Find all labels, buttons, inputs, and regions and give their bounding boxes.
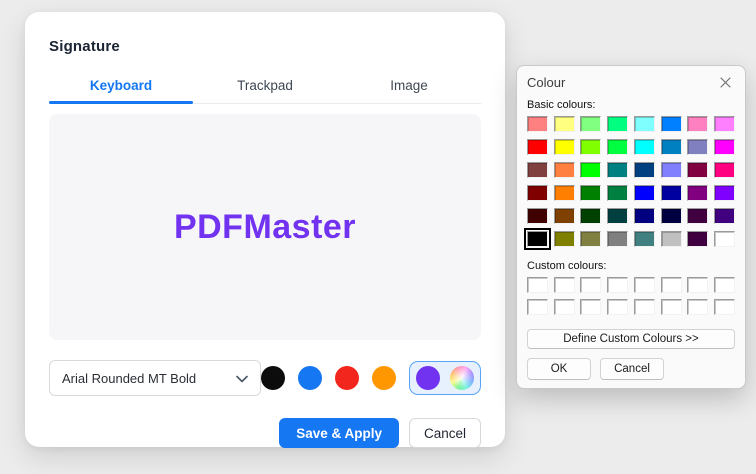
basic-colour-5[interactable] bbox=[661, 116, 682, 132]
custom-colour-11[interactable] bbox=[607, 299, 628, 315]
basic-colour-30[interactable] bbox=[687, 185, 708, 201]
basic-colour-25[interactable] bbox=[554, 185, 575, 201]
tab-trackpad[interactable]: Trackpad bbox=[193, 71, 337, 103]
basic-colour-10[interactable] bbox=[580, 139, 601, 155]
tab-keyboard[interactable]: Keyboard bbox=[49, 71, 193, 103]
signature-dialog: Signature KeyboardTrackpadImage PDFMaste… bbox=[25, 12, 505, 447]
custom-colour-15[interactable] bbox=[714, 299, 735, 315]
basic-colour-8[interactable] bbox=[527, 139, 548, 155]
colour-swatch-rainbow-picker[interactable] bbox=[450, 366, 474, 390]
signature-footer: Save & Apply Cancel bbox=[49, 418, 481, 448]
basic-colour-3[interactable] bbox=[607, 116, 628, 132]
custom-colour-4[interactable] bbox=[634, 277, 655, 293]
custom-colour-3[interactable] bbox=[607, 277, 628, 293]
colour-swatch-purple[interactable] bbox=[416, 366, 440, 390]
basic-colour-44[interactable] bbox=[634, 231, 655, 247]
basic-colour-17[interactable] bbox=[554, 162, 575, 178]
colour-cancel-button[interactable]: Cancel bbox=[600, 358, 664, 380]
basic-colour-40[interactable] bbox=[527, 231, 548, 247]
basic-colour-33[interactable] bbox=[554, 208, 575, 224]
font-select[interactable]: Arial Rounded MT Bold bbox=[49, 360, 261, 396]
basic-colour-38[interactable] bbox=[687, 208, 708, 224]
basic-colour-42[interactable] bbox=[580, 231, 601, 247]
basic-colour-12[interactable] bbox=[634, 139, 655, 155]
signature-preview-text: PDFMaster bbox=[174, 208, 356, 247]
basic-colour-35[interactable] bbox=[607, 208, 628, 224]
signature-controls-row: Arial Rounded MT Bold bbox=[49, 360, 481, 396]
save-apply-button[interactable]: Save & Apply bbox=[279, 418, 399, 448]
custom-colour-13[interactable] bbox=[661, 299, 682, 315]
custom-colour-9[interactable] bbox=[554, 299, 575, 315]
basic-colour-14[interactable] bbox=[687, 139, 708, 155]
basic-colour-34[interactable] bbox=[580, 208, 601, 224]
colour-swatch-orange[interactable] bbox=[372, 366, 396, 390]
signature-preview-canvas[interactable]: PDFMaster bbox=[49, 114, 481, 340]
ok-button[interactable]: OK bbox=[527, 358, 591, 380]
basic-colours-grid bbox=[527, 116, 735, 247]
basic-colour-39[interactable] bbox=[714, 208, 735, 224]
basic-colour-31[interactable] bbox=[714, 185, 735, 201]
selected-swatch-group bbox=[409, 361, 481, 395]
custom-colour-0[interactable] bbox=[527, 277, 548, 293]
custom-colour-1[interactable] bbox=[554, 277, 575, 293]
basic-colour-46[interactable] bbox=[687, 231, 708, 247]
basic-colour-24[interactable] bbox=[527, 185, 548, 201]
custom-colour-14[interactable] bbox=[687, 299, 708, 315]
basic-colour-2[interactable] bbox=[580, 116, 601, 132]
basic-colour-43[interactable] bbox=[607, 231, 628, 247]
basic-colours-label: Basic colours: bbox=[527, 99, 735, 111]
basic-colour-16[interactable] bbox=[527, 162, 548, 178]
colour-dialog-buttons: OK Cancel bbox=[527, 358, 735, 380]
basic-colour-15[interactable] bbox=[714, 139, 735, 155]
custom-colours-grid bbox=[527, 277, 735, 315]
custom-colour-2[interactable] bbox=[580, 277, 601, 293]
basic-colour-1[interactable] bbox=[554, 116, 575, 132]
basic-colour-6[interactable] bbox=[687, 116, 708, 132]
tab-image[interactable]: Image bbox=[337, 71, 481, 103]
chevron-down-icon bbox=[236, 371, 248, 386]
basic-colour-18[interactable] bbox=[580, 162, 601, 178]
custom-colour-7[interactable] bbox=[714, 277, 735, 293]
colour-dialog-title: Colour bbox=[527, 75, 565, 90]
basic-colour-11[interactable] bbox=[607, 139, 628, 155]
basic-colour-9[interactable] bbox=[554, 139, 575, 155]
colour-swatch-black[interactable] bbox=[261, 366, 285, 390]
basic-colour-20[interactable] bbox=[634, 162, 655, 178]
basic-colour-41[interactable] bbox=[554, 231, 575, 247]
basic-colour-47[interactable] bbox=[714, 231, 735, 247]
basic-colour-0[interactable] bbox=[527, 116, 548, 132]
basic-colour-28[interactable] bbox=[634, 185, 655, 201]
define-custom-colours-button[interactable]: Define Custom Colours >> bbox=[527, 329, 735, 349]
colour-dialog: Colour Basic colours: Custom colours: De… bbox=[516, 65, 746, 389]
basic-colour-7[interactable] bbox=[714, 116, 735, 132]
basic-colour-29[interactable] bbox=[661, 185, 682, 201]
basic-colour-26[interactable] bbox=[580, 185, 601, 201]
colour-swatch-blue[interactable] bbox=[298, 366, 322, 390]
basic-colour-45[interactable] bbox=[661, 231, 682, 247]
font-select-value: Arial Rounded MT Bold bbox=[62, 371, 196, 386]
text-colour-swatches bbox=[261, 361, 481, 395]
basic-colour-4[interactable] bbox=[634, 116, 655, 132]
custom-colour-12[interactable] bbox=[634, 299, 655, 315]
custom-colours-label: Custom colours: bbox=[527, 260, 735, 272]
close-icon[interactable] bbox=[716, 75, 735, 90]
basic-colour-22[interactable] bbox=[687, 162, 708, 178]
basic-colour-32[interactable] bbox=[527, 208, 548, 224]
basic-colour-36[interactable] bbox=[634, 208, 655, 224]
signature-dialog-title: Signature bbox=[49, 38, 481, 55]
custom-colour-6[interactable] bbox=[687, 277, 708, 293]
custom-colour-10[interactable] bbox=[580, 299, 601, 315]
basic-colour-27[interactable] bbox=[607, 185, 628, 201]
cancel-button[interactable]: Cancel bbox=[409, 418, 481, 448]
basic-colour-19[interactable] bbox=[607, 162, 628, 178]
colour-swatch-red[interactable] bbox=[335, 366, 359, 390]
custom-colour-8[interactable] bbox=[527, 299, 548, 315]
basic-colour-23[interactable] bbox=[714, 162, 735, 178]
basic-colour-21[interactable] bbox=[661, 162, 682, 178]
colour-dialog-titlebar: Colour bbox=[527, 75, 735, 90]
basic-colour-37[interactable] bbox=[661, 208, 682, 224]
basic-colour-13[interactable] bbox=[661, 139, 682, 155]
custom-colour-5[interactable] bbox=[661, 277, 682, 293]
signature-tab-bar: KeyboardTrackpadImage bbox=[49, 71, 481, 104]
